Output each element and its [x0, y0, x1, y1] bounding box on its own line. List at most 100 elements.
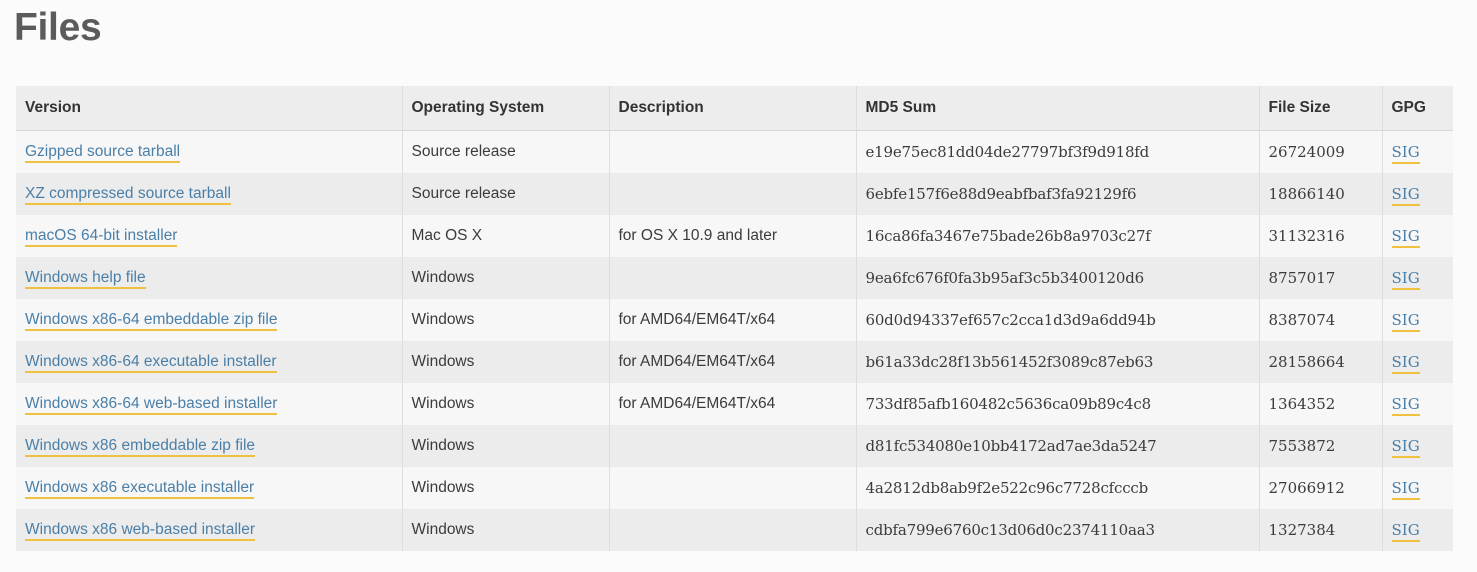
file-download-link[interactable]: Gzipped source tarball: [25, 143, 181, 163]
version-cell: Windows x86-64 web-based installer: [16, 383, 403, 425]
table-row: Windows x86 web-based installer Windows c…: [16, 509, 1453, 551]
file-download-link[interactable]: Windows help file: [25, 269, 146, 289]
gpg-signature-link[interactable]: SIG: [1391, 268, 1420, 290]
operating-system-cell: Windows: [402, 299, 610, 341]
table-row: macOS 64-bit installer Mac OS Xfor OS X 1…: [16, 215, 1453, 257]
gpg-signature-link[interactable]: SIG: [1391, 184, 1420, 206]
md5-sum-cell: e19e75ec81dd04de27797bf3f9d918fd: [856, 130, 1260, 173]
file-download-link[interactable]: XZ compressed source tarball: [25, 185, 231, 205]
description-cell: [609, 257, 857, 299]
gpg-cell: SIG: [1382, 383, 1453, 425]
table-row: Windows x86-64 web-based installer Window…: [16, 383, 1453, 425]
gpg-cell: SIG: [1382, 509, 1453, 551]
file-size-cell: 1364352: [1259, 383, 1383, 425]
md5-sum-cell: 733df85afb160482c5636ca09b89c4c8: [856, 383, 1260, 425]
gpg-cell: SIG: [1382, 257, 1453, 299]
file-download-link[interactable]: Windows x86-64 executable installer: [25, 353, 277, 373]
description-cell: for AMD64/EM64T/x64: [609, 341, 857, 383]
table-header: Version Operating System Description MD5…: [16, 86, 1453, 131]
gpg-signature-link[interactable]: SIG: [1391, 394, 1420, 416]
version-cell: Windows x86 web-based installer: [16, 509, 403, 551]
table-row: Gzipped source tarball Source release e19…: [16, 130, 1453, 173]
gpg-signature-link[interactable]: SIG: [1391, 352, 1420, 374]
description-cell: for AMD64/EM64T/x64: [609, 383, 857, 425]
file-size-cell: 27066912: [1259, 467, 1383, 509]
version-cell: XZ compressed source tarball: [16, 173, 403, 215]
version-cell: Gzipped source tarball: [16, 130, 403, 173]
description-cell: [609, 130, 857, 173]
operating-system-cell: Windows: [402, 509, 610, 551]
gpg-cell: SIG: [1382, 467, 1453, 509]
file-download-link[interactable]: macOS 64-bit installer: [25, 227, 178, 247]
gpg-cell: SIG: [1382, 215, 1453, 257]
files-table-container: Version Operating System Description MD5…: [16, 86, 1453, 551]
file-download-link[interactable]: Windows x86 executable installer: [25, 479, 255, 499]
md5-sum-cell: 60d0d94337ef657c2cca1d3d9a6dd94b: [856, 299, 1260, 341]
gpg-signature-link[interactable]: SIG: [1391, 478, 1420, 500]
column-header-os: Operating System: [402, 86, 610, 131]
description-cell: [609, 467, 857, 509]
gpg-signature-link[interactable]: SIG: [1391, 520, 1420, 542]
operating-system-cell: Windows: [402, 257, 610, 299]
column-header-size: File Size: [1259, 86, 1383, 131]
table-row: Windows x86 embeddable zip file Windows d…: [16, 425, 1453, 467]
page-title: Files: [14, 6, 102, 49]
file-download-link[interactable]: Windows x86 embeddable zip file: [25, 437, 256, 457]
file-download-link[interactable]: Windows x86-64 web-based installer: [25, 395, 278, 415]
column-header-md5: MD5 Sum: [856, 86, 1260, 131]
md5-sum-cell: b61a33dc28f13b561452f3089c87eb63: [856, 341, 1260, 383]
files-page: Files Version Operating System Descripti…: [0, 0, 1477, 572]
md5-sum-cell: 6ebfe157f6e88d9eabfbaf3fa92129f6: [856, 173, 1260, 215]
operating-system-cell: Source release: [402, 173, 610, 215]
description-cell: [609, 173, 857, 215]
file-size-cell: 26724009: [1259, 130, 1383, 173]
file-size-cell: 28158664: [1259, 341, 1383, 383]
file-size-cell: 8757017: [1259, 257, 1383, 299]
version-cell: Windows x86 embeddable zip file: [16, 425, 403, 467]
file-size-cell: 8387074: [1259, 299, 1383, 341]
gpg-signature-link[interactable]: SIG: [1391, 142, 1420, 164]
md5-sum-cell: 16ca86fa3467e75bade26b8a9703c27f: [856, 215, 1260, 257]
version-cell: Windows x86 executable installer: [16, 467, 403, 509]
table-row: Windows x86-64 embeddable zip file Window…: [16, 299, 1453, 341]
md5-sum-cell: cdbfa799e6760c13d06d0c2374110aa3: [856, 509, 1260, 551]
md5-sum-cell: d81fc534080e10bb4172ad7ae3da5247: [856, 425, 1260, 467]
description-cell: [609, 425, 857, 467]
operating-system-cell: Windows: [402, 425, 610, 467]
table-row: Windows x86-64 executable installer Windo…: [16, 341, 1453, 383]
operating-system-cell: Windows: [402, 383, 610, 425]
description-cell: [609, 509, 857, 551]
gpg-signature-link[interactable]: SIG: [1391, 226, 1420, 248]
operating-system-cell: Windows: [402, 341, 610, 383]
gpg-cell: SIG: [1382, 341, 1453, 383]
md5-sum-cell: 4a2812db8ab9f2e522c96c7728cfcccb: [856, 467, 1260, 509]
gpg-cell: SIG: [1382, 173, 1453, 215]
version-cell: Windows x86-64 embeddable zip file: [16, 299, 403, 341]
file-size-cell: 18866140: [1259, 173, 1383, 215]
version-cell: Windows x86-64 executable installer: [16, 341, 403, 383]
table-row: Windows help file Windows 9ea6fc676f0fa3b…: [16, 257, 1453, 299]
gpg-signature-link[interactable]: SIG: [1391, 436, 1420, 458]
operating-system-cell: Mac OS X: [402, 215, 610, 257]
gpg-cell: SIG: [1382, 130, 1453, 173]
file-download-link[interactable]: Windows x86 web-based installer: [25, 521, 256, 541]
operating-system-cell: Source release: [402, 130, 610, 173]
version-cell: Windows help file: [16, 257, 403, 299]
file-size-cell: 1327384: [1259, 509, 1383, 551]
column-header-gpg: GPG: [1382, 86, 1453, 131]
table-header-row: Version Operating System Description MD5…: [16, 86, 1453, 131]
gpg-signature-link[interactable]: SIG: [1391, 310, 1420, 332]
file-size-cell: 31132316: [1259, 215, 1383, 257]
gpg-cell: SIG: [1382, 299, 1453, 341]
file-download-link[interactable]: Windows x86-64 embeddable zip file: [25, 311, 278, 331]
column-header-version: Version: [16, 86, 403, 131]
md5-sum-cell: 9ea6fc676f0fa3b95af3c5b3400120d6: [856, 257, 1260, 299]
files-table: Version Operating System Description MD5…: [16, 86, 1453, 551]
operating-system-cell: Windows: [402, 467, 610, 509]
table-row: XZ compressed source tarball Source relea…: [16, 173, 1453, 215]
version-cell: macOS 64-bit installer: [16, 215, 403, 257]
table-body: Gzipped source tarball Source release e19…: [16, 130, 1453, 551]
gpg-cell: SIG: [1382, 425, 1453, 467]
description-cell: for OS X 10.9 and later: [609, 215, 857, 257]
table-row: Windows x86 executable installer Windows …: [16, 467, 1453, 509]
